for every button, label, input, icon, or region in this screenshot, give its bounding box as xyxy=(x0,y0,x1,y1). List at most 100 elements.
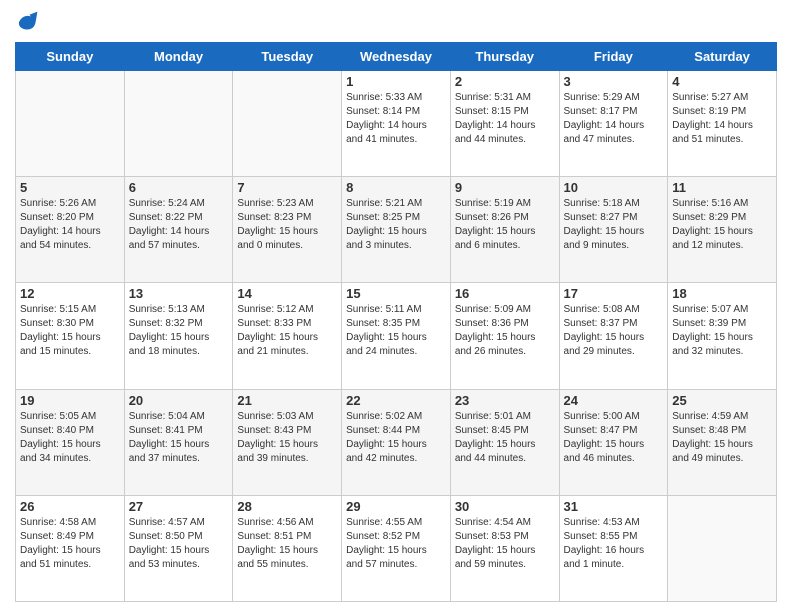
day-info: Sunrise: 5:33 AMSunset: 8:14 PMDaylight:… xyxy=(346,91,446,147)
weekday-header-thursday: Thursday xyxy=(450,43,559,71)
day-info: Sunrise: 4:56 AMSunset: 8:51 PMDaylight:… xyxy=(237,516,337,572)
calendar-cell: 24 Sunrise: 5:00 AMSunset: 8:47 PMDayligh… xyxy=(559,389,668,495)
calendar-cell: 27 Sunrise: 4:57 AMSunset: 8:50 PMDayligh… xyxy=(124,495,233,601)
day-info: Sunrise: 5:24 AMSunset: 8:22 PMDaylight:… xyxy=(129,197,229,253)
day-number: 27 xyxy=(129,499,229,514)
day-info: Sunrise: 4:59 AMSunset: 8:48 PMDaylight:… xyxy=(672,410,772,466)
day-info: Sunrise: 5:29 AMSunset: 8:17 PMDaylight:… xyxy=(564,91,664,147)
day-info: Sunrise: 4:53 AMSunset: 8:55 PMDaylight:… xyxy=(564,516,664,572)
day-number: 2 xyxy=(455,74,555,89)
calendar-cell: 10Sunrise: 5:18 AMSunset: 8:27 PMDayligh… xyxy=(559,177,668,283)
day-number: 13 xyxy=(129,286,229,301)
calendar-cell: 26 Sunrise: 4:58 AMSunset: 8:49 PMDayligh… xyxy=(16,495,125,601)
calendar-cell: 2 Sunrise: 5:31 AMSunset: 8:15 PMDaylight… xyxy=(450,71,559,177)
day-info: Sunrise: 5:08 AMSunset: 8:37 PMDaylight:… xyxy=(564,303,664,359)
calendar-cell: 16Sunrise: 5:09 AMSunset: 8:36 PMDayligh… xyxy=(450,283,559,389)
day-number: 31 xyxy=(564,499,664,514)
calendar-cell: 20Sunrise: 5:04 AMSunset: 8:41 PMDayligh… xyxy=(124,389,233,495)
logo-icon xyxy=(15,10,39,34)
day-number: 7 xyxy=(237,180,337,195)
calendar-week-2: 5Sunrise: 5:26 AMSunset: 8:20 PMDaylight… xyxy=(16,177,777,283)
day-info: Sunrise: 5:15 AMSunset: 8:30 PMDaylight:… xyxy=(20,303,120,359)
calendar-cell: 9Sunrise: 5:19 AMSunset: 8:26 PMDaylight… xyxy=(450,177,559,283)
calendar-cell: 4 Sunrise: 5:27 AMSunset: 8:19 PMDaylight… xyxy=(668,71,777,177)
calendar-week-5: 26 Sunrise: 4:58 AMSunset: 8:49 PMDayligh… xyxy=(16,495,777,601)
day-info: Sunrise: 5:16 AMSunset: 8:29 PMDaylight:… xyxy=(672,197,772,253)
calendar-cell xyxy=(668,495,777,601)
day-number: 21 xyxy=(237,393,337,408)
day-info: Sunrise: 4:55 AMSunset: 8:52 PMDaylight:… xyxy=(346,516,446,572)
day-info: Sunrise: 5:07 AMSunset: 8:39 PMDaylight:… xyxy=(672,303,772,359)
day-number: 12 xyxy=(20,286,120,301)
calendar-week-3: 12 Sunrise: 5:15 AMSunset: 8:30 PMDayligh… xyxy=(16,283,777,389)
day-number: 22 xyxy=(346,393,446,408)
day-info: Sunrise: 5:26 AMSunset: 8:20 PMDaylight:… xyxy=(20,197,120,253)
day-number: 17 xyxy=(564,286,664,301)
day-number: 6 xyxy=(129,180,229,195)
day-number: 20 xyxy=(129,393,229,408)
calendar-cell: 5Sunrise: 5:26 AMSunset: 8:20 PMDaylight… xyxy=(16,177,125,283)
calendar-cell: 3 Sunrise: 5:29 AMSunset: 8:17 PMDaylight… xyxy=(559,71,668,177)
calendar-cell: 13Sunrise: 5:13 AMSunset: 8:32 PMDayligh… xyxy=(124,283,233,389)
day-info: Sunrise: 5:19 AMSunset: 8:26 PMDaylight:… xyxy=(455,197,555,253)
day-info: Sunrise: 5:27 AMSunset: 8:19 PMDaylight:… xyxy=(672,91,772,147)
weekday-header-saturday: Saturday xyxy=(668,43,777,71)
day-info: Sunrise: 4:58 AMSunset: 8:49 PMDaylight:… xyxy=(20,516,120,572)
day-number: 30 xyxy=(455,499,555,514)
header xyxy=(15,10,777,34)
day-info: Sunrise: 4:57 AMSunset: 8:50 PMDaylight:… xyxy=(129,516,229,572)
calendar-cell: 21 Sunrise: 5:03 AMSunset: 8:43 PMDayligh… xyxy=(233,389,342,495)
day-number: 26 xyxy=(20,499,120,514)
calendar-cell: 11 Sunrise: 5:16 AMSunset: 8:29 PMDayligh… xyxy=(668,177,777,283)
calendar-cell: 22 Sunrise: 5:02 AMSunset: 8:44 PMDayligh… xyxy=(342,389,451,495)
calendar-cell: 31 Sunrise: 4:53 AMSunset: 8:55 PMDayligh… xyxy=(559,495,668,601)
day-number: 18 xyxy=(672,286,772,301)
calendar-cell: 6 Sunrise: 5:24 AMSunset: 8:22 PMDaylight… xyxy=(124,177,233,283)
day-info: Sunrise: 5:21 AMSunset: 8:25 PMDaylight:… xyxy=(346,197,446,253)
calendar-cell: 12 Sunrise: 5:15 AMSunset: 8:30 PMDayligh… xyxy=(16,283,125,389)
calendar-week-1: 1 Sunrise: 5:33 AMSunset: 8:14 PMDaylight… xyxy=(16,71,777,177)
day-number: 25 xyxy=(672,393,772,408)
calendar-cell xyxy=(124,71,233,177)
calendar-body: 1 Sunrise: 5:33 AMSunset: 8:14 PMDaylight… xyxy=(16,71,777,602)
day-info: Sunrise: 4:54 AMSunset: 8:53 PMDaylight:… xyxy=(455,516,555,572)
calendar-cell: 15 Sunrise: 5:11 AMSunset: 8:35 PMDayligh… xyxy=(342,283,451,389)
calendar-cell: 28Sunrise: 4:56 AMSunset: 8:51 PMDayligh… xyxy=(233,495,342,601)
weekday-header-monday: Monday xyxy=(124,43,233,71)
calendar-cell: 29 Sunrise: 4:55 AMSunset: 8:52 PMDayligh… xyxy=(342,495,451,601)
calendar-header: SundayMondayTuesdayWednesdayThursdayFrid… xyxy=(16,43,777,71)
calendar-cell: 19 Sunrise: 5:05 AMSunset: 8:40 PMDayligh… xyxy=(16,389,125,495)
day-number: 19 xyxy=(20,393,120,408)
day-number: 3 xyxy=(564,74,664,89)
day-info: Sunrise: 5:03 AMSunset: 8:43 PMDaylight:… xyxy=(237,410,337,466)
day-number: 11 xyxy=(672,180,772,195)
day-info: Sunrise: 5:23 AMSunset: 8:23 PMDaylight:… xyxy=(237,197,337,253)
calendar-cell: 25 Sunrise: 4:59 AMSunset: 8:48 PMDayligh… xyxy=(668,389,777,495)
calendar-cell xyxy=(233,71,342,177)
weekday-header-tuesday: Tuesday xyxy=(233,43,342,71)
day-number: 14 xyxy=(237,286,337,301)
calendar-cell: 7 Sunrise: 5:23 AMSunset: 8:23 PMDaylight… xyxy=(233,177,342,283)
day-info: Sunrise: 5:02 AMSunset: 8:44 PMDaylight:… xyxy=(346,410,446,466)
day-number: 1 xyxy=(346,74,446,89)
day-info: Sunrise: 5:05 AMSunset: 8:40 PMDaylight:… xyxy=(20,410,120,466)
day-number: 4 xyxy=(672,74,772,89)
calendar-week-4: 19 Sunrise: 5:05 AMSunset: 8:40 PMDayligh… xyxy=(16,389,777,495)
day-number: 24 xyxy=(564,393,664,408)
day-info: Sunrise: 5:31 AMSunset: 8:15 PMDaylight:… xyxy=(455,91,555,147)
weekday-header-wednesday: Wednesday xyxy=(342,43,451,71)
day-number: 15 xyxy=(346,286,446,301)
day-info: Sunrise: 5:11 AMSunset: 8:35 PMDaylight:… xyxy=(346,303,446,359)
calendar-cell: 23Sunrise: 5:01 AMSunset: 8:45 PMDayligh… xyxy=(450,389,559,495)
day-number: 23 xyxy=(455,393,555,408)
day-info: Sunrise: 5:09 AMSunset: 8:36 PMDaylight:… xyxy=(455,303,555,359)
calendar-cell: 17 Sunrise: 5:08 AMSunset: 8:37 PMDayligh… xyxy=(559,283,668,389)
day-number: 29 xyxy=(346,499,446,514)
day-info: Sunrise: 5:12 AMSunset: 8:33 PMDaylight:… xyxy=(237,303,337,359)
calendar-cell: 14 Sunrise: 5:12 AMSunset: 8:33 PMDayligh… xyxy=(233,283,342,389)
day-info: Sunrise: 5:00 AMSunset: 8:47 PMDaylight:… xyxy=(564,410,664,466)
page: SundayMondayTuesdayWednesdayThursdayFrid… xyxy=(0,0,792,612)
day-number: 10 xyxy=(564,180,664,195)
calendar-cell: 30 Sunrise: 4:54 AMSunset: 8:53 PMDayligh… xyxy=(450,495,559,601)
calendar-table: SundayMondayTuesdayWednesdayThursdayFrid… xyxy=(15,42,777,602)
